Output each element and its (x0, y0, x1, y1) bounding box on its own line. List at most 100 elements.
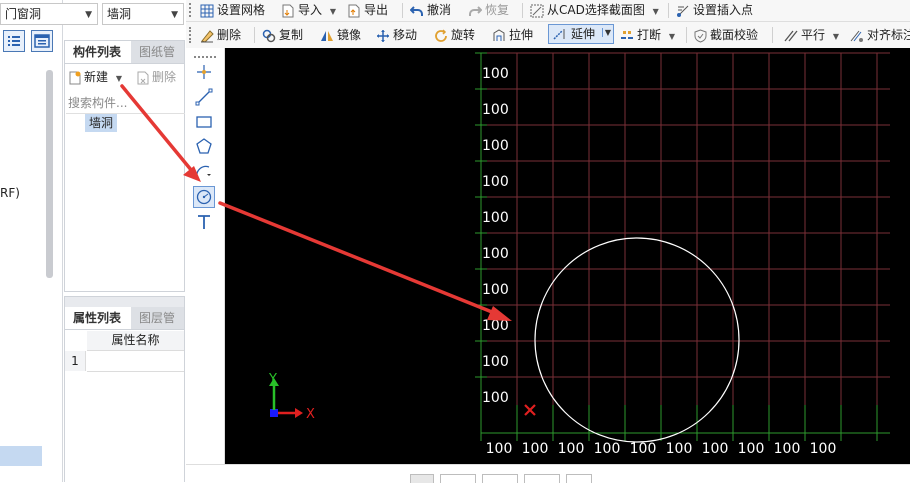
chevron-down-icon[interactable]: ▼ (833, 32, 839, 41)
chevron-down-icon[interactable]: ▼ (116, 74, 122, 83)
origin-marker (524, 404, 536, 416)
component-select[interactable]: 墙洞 ▼ (102, 3, 184, 25)
property-row-number: 1 (65, 351, 86, 371)
export-button[interactable]: 导出 (348, 0, 388, 21)
toolbar-separator (668, 3, 669, 18)
chevron-down-icon: ▼ (171, 10, 178, 20)
set-insert-point-label: 设置插入点 (693, 3, 754, 17)
rotate-icon (434, 28, 448, 43)
break-button[interactable]: 打断 ▼ (620, 24, 675, 46)
column-dimension-label: 100 (522, 441, 549, 457)
grid-layer (480, 52, 890, 411)
rotate-button[interactable]: 旋转 (434, 24, 475, 46)
stretch-button[interactable]: 拉伸 (492, 24, 533, 46)
toolbar-separator (686, 27, 687, 43)
left-strip-scrollbar[interactable] (46, 70, 53, 278)
set-insert-point-button[interactable]: 设置插入点 (676, 0, 753, 21)
delete-label: 删除 (217, 28, 242, 42)
polygon-tool-icon[interactable] (193, 136, 215, 158)
list-view-icon[interactable] (3, 30, 25, 52)
new-file-icon (69, 71, 81, 85)
component-select-value: 墙洞 (107, 7, 132, 21)
axis-x-label: X (306, 407, 315, 422)
cad-select-icon (530, 4, 544, 18)
left-strip-partial-label: RF) (0, 186, 20, 200)
circle-tool-icon[interactable] (193, 186, 215, 208)
mirror-button[interactable]: 镜像 (320, 24, 361, 46)
parallel-icon (784, 29, 798, 43)
align-dimension-label: 对齐标注 (867, 28, 910, 42)
mirror-icon (320, 29, 334, 43)
copy-button[interactable]: 复制 (262, 24, 303, 46)
line-tool-icon[interactable] (193, 86, 215, 108)
property-panel-tabs: 属性列表 图层管理 (65, 307, 184, 330)
redo-icon (468, 5, 482, 17)
move-label: 移动 (393, 28, 418, 42)
copy-icon (262, 29, 276, 43)
chevron-down-icon[interactable]: ▼ (653, 7, 659, 16)
undo-button[interactable]: 撤消 (410, 0, 451, 21)
mirror-label: 镜像 (337, 28, 362, 42)
shield-check-icon (694, 28, 707, 43)
text-tool-icon[interactable] (193, 211, 215, 233)
align-dimension-button[interactable]: 对齐标注 (850, 24, 910, 46)
rectangle-tool-icon[interactable] (193, 111, 215, 133)
export-label: 导出 (364, 3, 389, 17)
chevron-down-icon[interactable]: ▼ (330, 7, 336, 16)
row-dimension-label: 100 (482, 138, 509, 154)
rotate-label: 旋转 (451, 28, 476, 42)
move-button[interactable]: 移动 (376, 24, 417, 46)
delete-button[interactable]: 删除 (200, 24, 241, 46)
point-tool-icon[interactable] (193, 61, 215, 83)
delete-component-button[interactable]: 删除 (137, 66, 176, 88)
arc-tool-icon[interactable] (193, 161, 215, 183)
import-icon (282, 4, 295, 18)
delete-file-icon (137, 71, 149, 85)
undo-label: 撤消 (427, 3, 452, 17)
component-panel-tabs: 构件列表 图纸管理 (65, 41, 184, 64)
property-row-cell[interactable] (87, 351, 184, 372)
toolbar-separator (772, 27, 773, 43)
column-dimension-label: 100 (702, 441, 729, 457)
row-dimension-label: 100 (482, 282, 509, 298)
column-dimension-label: 100 (630, 441, 657, 457)
property-panel: 属性列表 图层管理 属性名称 1 (64, 296, 185, 482)
tab-drawing-manager[interactable]: 图纸管理 (131, 41, 184, 63)
redo-button[interactable]: 恢复 (468, 0, 509, 21)
component-panel: 构件列表 图纸管理 新建 ▼ 删除 搜索构件... 墙洞 (64, 40, 185, 292)
column-dimension-label: 100 (666, 441, 693, 457)
component-search-input[interactable]: 搜索构件... (66, 93, 185, 114)
section-check-button[interactable]: 截面校验 (694, 24, 758, 46)
category-select-value: 门窗洞 (5, 7, 42, 21)
drawing-canvas[interactable]: 100 100 100 100 100 100 100 100 100 100 100 100 100 1… (225, 48, 910, 464)
left-strip-selected-row[interactable] (0, 446, 42, 466)
property-column-header: 属性名称 (87, 331, 184, 351)
extend-button[interactable]: 延伸 ▼ (548, 24, 614, 44)
extend-icon (553, 28, 567, 40)
tab-property-list[interactable]: 属性列表 (65, 307, 131, 329)
stretch-label: 拉伸 (509, 28, 534, 42)
row-dimension-label: 100 (482, 318, 509, 334)
row-dimension-label: 100 (482, 354, 509, 370)
tab-component-list[interactable]: 构件列表 (65, 41, 131, 63)
parallel-button[interactable]: 平行 ▼ (784, 24, 839, 46)
stretch-icon (492, 28, 506, 43)
window-view-icon[interactable] (31, 30, 53, 52)
move-icon (376, 29, 390, 43)
import-label: 导入 (298, 3, 323, 17)
insert-point-icon (676, 4, 690, 18)
toolbar-separator (254, 27, 255, 43)
chevron-down-icon[interactable]: ▼ (601, 28, 611, 37)
select-section-from-cad-button[interactable]: 从CAD选择截面图 ▼ (530, 0, 659, 21)
ucs-axis-icon: Y X (268, 372, 315, 422)
new-component-button[interactable]: 新建 ▼ (69, 66, 122, 88)
set-grid-button[interactable]: 设置网格 (200, 0, 265, 21)
grid-icon (200, 4, 214, 18)
category-select[interactable]: 门窗洞 ▼ (0, 3, 98, 25)
component-list-item[interactable]: 墙洞 (85, 114, 118, 132)
chevron-down-icon[interactable]: ▼ (669, 32, 675, 41)
property-panel-header-bar (65, 297, 184, 307)
chevron-down-icon: ▼ (85, 10, 92, 20)
tab-layer-manager[interactable]: 图层管理 (131, 307, 184, 329)
import-button[interactable]: 导入 ▼ (282, 0, 336, 21)
